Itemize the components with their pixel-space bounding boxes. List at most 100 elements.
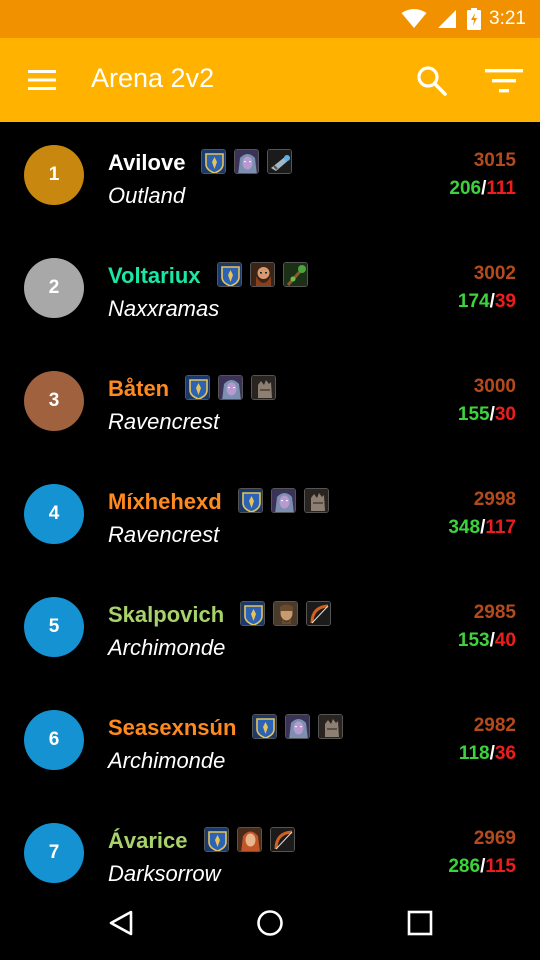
player-name: Avilove <box>108 150 186 175</box>
player-icons <box>201 149 292 174</box>
losses-count: 115 <box>485 856 516 877</box>
druid-staff-icon <box>283 262 308 287</box>
player-icons <box>238 488 329 513</box>
alliance-crest-icon <box>217 262 242 287</box>
navigation-bar <box>0 886 540 960</box>
hunter-bow-icon <box>306 601 331 626</box>
hunter-gun-icon <box>267 149 292 174</box>
losses-count: 30 <box>494 404 516 425</box>
rating-value: 2969 <box>473 828 516 849</box>
hunter-bow-icon <box>270 827 295 852</box>
player-icons <box>240 601 331 626</box>
wins-count: 206 <box>449 178 482 199</box>
page-title: Arena 2v2 <box>91 63 215 93</box>
win-loss-record: 153/40 <box>458 630 516 652</box>
losses-count: 117 <box>485 517 516 538</box>
alliance-crest-icon <box>201 149 226 174</box>
win-loss-record: 174/39 <box>458 291 516 313</box>
win-loss-record: 118/36 <box>459 743 516 765</box>
warrior-gauntlet-icon <box>318 714 343 739</box>
rank-badge: 5 <box>24 597 84 657</box>
losses-count: 40 <box>494 630 516 651</box>
losses-count: 111 <box>486 178 516 199</box>
player-icons <box>204 827 295 852</box>
player-icons <box>217 262 308 287</box>
rank-badge: 7 <box>24 823 84 883</box>
wins-count: 286 <box>448 856 481 877</box>
player-icons <box>252 714 343 739</box>
win-loss-record: 206/111 <box>449 178 516 200</box>
list-item[interactable]: 4 Míxhehexd Ravencrest 2998 348/117 <box>0 461 540 574</box>
player-name: Båten <box>108 376 170 401</box>
status-bar: 3:21 <box>0 0 540 38</box>
alliance-crest-icon <box>204 827 229 852</box>
alliance-crest-icon <box>185 375 210 400</box>
rating-value: 2985 <box>473 602 516 623</box>
menu-icon[interactable] <box>28 69 56 91</box>
win-loss-record: 286/115 <box>448 856 516 878</box>
night-elf-female-icon <box>271 488 296 513</box>
night-elf-female-icon <box>234 149 259 174</box>
wins-count: 118 <box>458 743 490 764</box>
rank-badge: 3 <box>24 371 84 431</box>
wins-count: 348 <box>448 517 481 538</box>
list-item[interactable]: 7 Ávarice Darksorrow 2969 286/115 <box>0 800 540 886</box>
realm-name: Ravencrest <box>108 522 220 547</box>
leaderboard-list[interactable]: 1 Avilove Outland 3015 206/111 2 Voltariux Naxx… <box>0 122 540 886</box>
player-name: Seasexnsún <box>108 715 237 740</box>
rank-badge: 6 <box>24 710 84 770</box>
app-bar: Arena 2v2 <box>0 38 540 122</box>
rating-value: 2982 <box>473 715 516 736</box>
rank-badge: 2 <box>24 258 84 318</box>
wins-count: 153 <box>457 630 490 651</box>
cell-signal-icon <box>438 10 457 28</box>
realm-name: Naxxramas <box>108 296 220 321</box>
losses-count: 39 <box>494 291 516 312</box>
battery-charging-icon <box>467 8 482 30</box>
rating-value: 3000 <box>473 376 516 397</box>
clock: 3:21 <box>489 8 526 29</box>
alliance-crest-icon <box>240 601 265 626</box>
alliance-crest-icon <box>252 714 277 739</box>
realm-name: Outland <box>108 183 186 208</box>
list-item[interactable]: 3 Båten Ravencrest 3000 155/30 <box>0 348 540 461</box>
list-item[interactable]: 1 Avilove Outland 3015 206/111 <box>0 122 540 235</box>
player-name: Míxhehexd <box>108 489 222 514</box>
rating-value: 3015 <box>473 150 516 171</box>
list-item[interactable]: 2 Voltariux Naxxramas 3002 174/39 <box>0 235 540 348</box>
warrior-gauntlet-icon <box>251 375 276 400</box>
win-loss-record: 348/117 <box>448 517 516 539</box>
rating-value: 2998 <box>473 489 516 510</box>
home-icon[interactable] <box>255 908 285 938</box>
list-item[interactable]: 6 Seasexnsún Archimonde 2982 118/36 <box>0 687 540 800</box>
player-name: Ávarice <box>108 828 188 853</box>
search-icon[interactable] <box>416 65 448 97</box>
wins-count: 174 <box>457 291 490 312</box>
player-name: Voltariux <box>108 263 201 288</box>
wifi-icon <box>401 9 427 28</box>
night-elf-female-icon <box>285 714 310 739</box>
rating-value: 3002 <box>473 263 516 284</box>
rank-badge: 4 <box>24 484 84 544</box>
filter-icon[interactable] <box>485 68 523 94</box>
status-icons <box>401 8 482 30</box>
alliance-crest-icon <box>238 488 263 513</box>
list-item[interactable]: 5 Skalpovich Archimonde 2985 153/40 <box>0 574 540 687</box>
dwarf-male-icon <box>250 262 275 287</box>
win-loss-record: 155/30 <box>458 404 516 426</box>
player-icons <box>185 375 276 400</box>
realm-name: Ravencrest <box>108 409 220 434</box>
player-name: Skalpovich <box>108 602 225 627</box>
human-male-icon <box>273 601 298 626</box>
warrior-gauntlet-icon <box>304 488 329 513</box>
back-icon[interactable] <box>106 908 136 938</box>
human-female-icon <box>237 827 262 852</box>
rank-badge: 1 <box>24 145 84 205</box>
losses-count: 36 <box>494 743 516 764</box>
realm-name: Darksorrow <box>108 861 221 886</box>
realm-name: Archimonde <box>108 748 226 773</box>
wins-count: 155 <box>457 404 490 425</box>
realm-name: Archimonde <box>108 635 226 660</box>
recents-icon[interactable] <box>405 908 435 938</box>
night-elf-female-icon <box>218 375 243 400</box>
